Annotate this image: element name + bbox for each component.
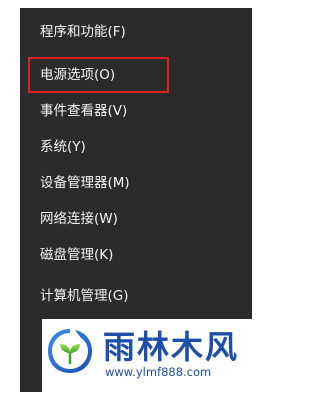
menu-item-system[interactable]: 系统(Y) — [20, 129, 252, 165]
menu-item-computer-management[interactable]: 计算机管理(G) — [20, 278, 252, 314]
menu-item-disk-management[interactable]: 磁盘管理(K) — [20, 237, 252, 273]
seedling-logo-icon — [45, 326, 95, 376]
watermark-url: www.ylmf888.com — [105, 365, 212, 379]
menu-item-device-manager[interactable]: 设备管理器(M) — [20, 165, 252, 201]
watermark-title: 雨林木风 — [103, 328, 240, 366]
highlight-box — [28, 57, 169, 93]
menu-item-programs-features[interactable]: 程序和功能(F) — [20, 14, 252, 50]
screenshot-frame: 程序和功能(F) 电源选项(O) 事件查看器(V) 系统(Y) 设备管理器(M)… — [0, 0, 270, 399]
menu-item-event-viewer[interactable]: 事件查看器(V) — [20, 93, 252, 129]
menu-item-network-connections[interactable]: 网络连接(W) — [20, 201, 252, 237]
